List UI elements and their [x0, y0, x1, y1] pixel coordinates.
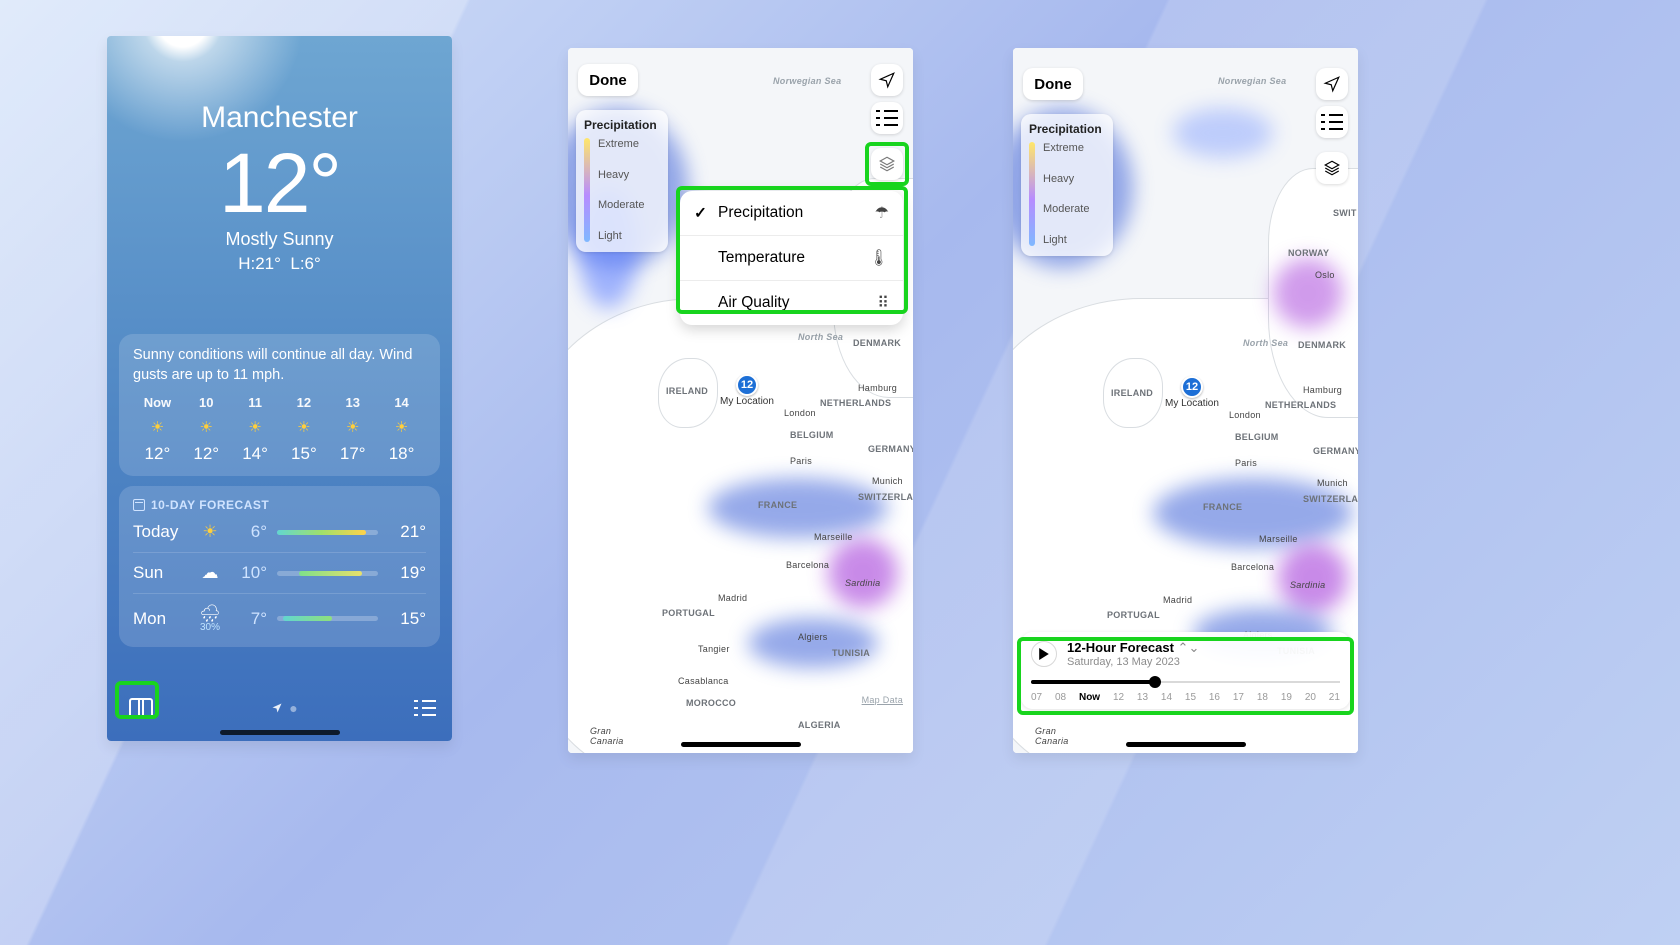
- layers-icon: [1323, 159, 1341, 177]
- forecast-timeline[interactable]: 12-Hour Forecast ⌃⌄ Saturday, 13 May 202…: [1021, 632, 1350, 709]
- location-arrow-icon: [1323, 75, 1341, 93]
- thermometer-icon: 🌡: [869, 248, 889, 268]
- map-icon: [129, 698, 153, 718]
- map-screen-timeline: Norwegian Sea North Sea NORWAY Oslo SWIT…: [1013, 48, 1358, 753]
- dots-icon: ⠿: [877, 293, 889, 313]
- calendar-icon: [133, 499, 145, 511]
- my-location-pin[interactable]: 12 My Location: [1165, 376, 1219, 409]
- city-name: Manchester: [107, 101, 452, 135]
- current-temperature: 12°: [107, 141, 452, 225]
- list-icon: [876, 110, 898, 126]
- umbrella-icon: ☂: [875, 203, 889, 223]
- done-button[interactable]: Done: [1023, 68, 1083, 100]
- hour-column: 13☀17°: [328, 395, 377, 464]
- map-data-link[interactable]: Map Data: [862, 695, 903, 705]
- map-screen-layers: Norwegian Sea North Sea DENMARK IRELAND …: [568, 48, 913, 753]
- layer-option-precipitation[interactable]: ✓Precipitation☂: [680, 191, 903, 235]
- map-list-button[interactable]: [871, 102, 903, 134]
- home-indicator: [681, 742, 801, 747]
- home-indicator: [1126, 742, 1246, 747]
- list-icon: [1321, 114, 1343, 130]
- list-icon: [414, 700, 436, 716]
- layers-button[interactable]: [1316, 152, 1348, 184]
- timeline-track[interactable]: [1031, 674, 1340, 690]
- layers-icon: [878, 155, 896, 173]
- home-indicator: [220, 730, 340, 735]
- sea-label: Norwegian Sea: [773, 76, 841, 86]
- page-dots[interactable]: ●: [271, 700, 301, 716]
- condition-text: Mostly Sunny: [107, 229, 452, 250]
- day-row[interactable]: Sun ☁ 10° 19°: [133, 552, 426, 593]
- play-button[interactable]: [1031, 641, 1057, 667]
- map-button[interactable]: [123, 692, 159, 724]
- locations-list-button[interactable]: [414, 700, 436, 716]
- location-arrow-icon: [878, 71, 896, 89]
- hour-column: 14☀18°: [377, 395, 426, 464]
- hourly-card[interactable]: Sunny conditions will continue all day. …: [119, 334, 440, 476]
- done-button[interactable]: Done: [578, 64, 638, 96]
- weather-screen: Manchester 12° Mostly Sunny H:21° L:6° S…: [107, 36, 452, 741]
- locate-button[interactable]: [1316, 68, 1348, 100]
- location-arrow-icon: [271, 702, 283, 714]
- hour-column: Now☀12°: [133, 395, 182, 464]
- layers-button[interactable]: [871, 148, 903, 180]
- day-row[interactable]: Mon 🌧30% 7° 15°: [133, 593, 426, 643]
- legend-scale: [1029, 142, 1035, 246]
- precipitation-legend: Precipitation Extreme Heavy Moderate Lig…: [1021, 114, 1113, 256]
- layer-menu: ✓Precipitation☂ Temperature🌡 Air Quality…: [680, 191, 903, 325]
- hour-column: 11☀14°: [231, 395, 280, 464]
- legend-scale: [584, 138, 590, 242]
- ten-day-card[interactable]: 10-DAY FORECAST Today ☀ 6° 21°Sun ☁ 10° …: [119, 486, 440, 647]
- sea-label: North Sea: [798, 332, 843, 342]
- hour-column: 10☀12°: [182, 395, 231, 464]
- precipitation-legend: Precipitation Extreme Heavy Moderate Lig…: [576, 110, 668, 252]
- weather-header: Manchester 12° Mostly Sunny H:21° L:6°: [107, 36, 452, 274]
- summary-text: Sunny conditions will continue all day. …: [133, 346, 426, 385]
- hour-column: 12☀15°: [279, 395, 328, 464]
- ten-day-title: 10-DAY FORECAST: [133, 498, 426, 512]
- hourly-row[interactable]: Now☀12°10☀12°11☀14°12☀15°13☀17°14☀18°: [133, 395, 426, 464]
- map-list-button[interactable]: [1316, 106, 1348, 138]
- high-low: H:21° L:6°: [107, 254, 452, 274]
- layer-option-temperature[interactable]: Temperature🌡: [680, 235, 903, 280]
- play-icon: [1038, 648, 1050, 660]
- layer-option-air-quality[interactable]: Air Quality⠿: [680, 280, 903, 325]
- locate-button[interactable]: [871, 64, 903, 96]
- day-row[interactable]: Today ☀ 6° 21°: [133, 512, 426, 552]
- my-location-pin[interactable]: 12 My Location: [720, 374, 774, 407]
